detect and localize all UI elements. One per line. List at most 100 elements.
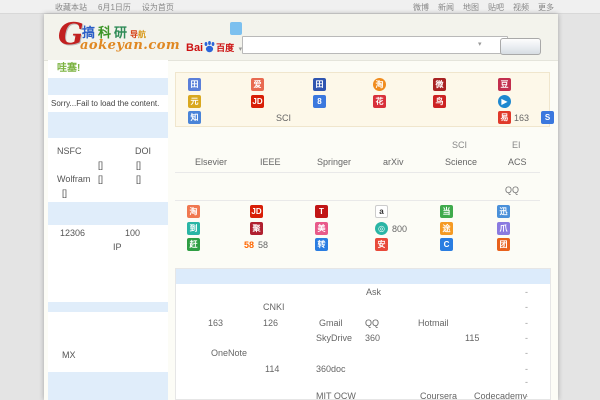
bottom-link[interactable]: 360doc [316,364,346,374]
sidebar-link[interactable]: [] [62,188,67,198]
site-icon[interactable]: 微 [433,78,446,91]
bottom-link[interactable]: Hotmail [418,318,449,328]
site-icon[interactable]: 8 [313,95,326,108]
site-icon[interactable]: 知 [188,111,201,124]
bottom-row-dash[interactable]: - [525,348,528,358]
bottom-link[interactable]: 163 [208,318,223,328]
qq-link[interactable]: QQ [505,185,519,195]
bottom-link[interactable]: 115 [465,333,479,343]
bottom-box-header [176,269,551,284]
bottom-link[interactable]: Ask [366,287,381,297]
db-link[interactable]: Science [445,157,477,167]
search-history-caret-icon[interactable]: ▾ [478,40,482,48]
sidebar-link[interactable]: 100 [125,228,140,238]
site-link[interactable]: 800 [392,224,407,234]
site-icon[interactable]: 田 [313,78,326,91]
site-icon[interactable]: JD [250,205,263,218]
bottom-row-dash[interactable]: - [525,302,528,312]
db-link[interactable]: IEEE [260,157,281,167]
bottom-link[interactable]: 114 [265,364,279,374]
sidebar-link[interactable]: DOI [135,146,151,156]
site-icon[interactable]: 爱 [251,78,264,91]
topbar-link[interactable]: 贴吧 [488,2,504,13]
site-icon[interactable]: 易 [498,111,511,124]
site-icon[interactable]: C [440,238,453,251]
baidu-logo-cn: 百度 [216,43,234,53]
site-icon[interactable]: 淘 [187,205,200,218]
site-icon[interactable]: 田 [188,78,201,91]
db-link[interactable]: ACS [508,157,527,167]
topbar-link[interactable]: 微博 [413,2,429,13]
topbar-link[interactable]: 6月1日历 [98,2,131,13]
site-icon[interactable]: T [315,205,328,218]
topbar-link[interactable]: 地图 [463,2,479,13]
site-link-58-gray[interactable]: 58 [258,240,268,250]
bottom-row-dash[interactable]: - [525,391,528,400]
site-icon[interactable]: ▶ [498,95,511,108]
db-link[interactable]: arXiv [383,157,404,167]
site-icon[interactable]: 爪 [497,222,510,235]
sidebar-link[interactable]: Wolfram [57,174,90,184]
db-link[interactable]: SCI [452,140,467,150]
site-icon[interactable]: 豆 [498,78,511,91]
bottom-row-dash[interactable]: - [525,377,528,387]
bottom-link[interactable]: Codecademy [474,391,527,400]
site-icon[interactable]: 赶 [187,238,200,251]
bottom-link[interactable]: MIT OCW [316,391,356,400]
site-icon[interactable]: 转 [315,238,328,251]
search-button[interactable] [500,38,541,55]
site-icon[interactable]: 安 [375,238,388,251]
bottom-row-dash[interactable]: - [525,287,528,297]
site-icon[interactable]: 鸟 [433,95,446,108]
site-link[interactable]: 163 [514,113,529,123]
site-icon[interactable]: S [541,111,554,124]
site-icon[interactable]: 团 [497,238,510,251]
topbar-link[interactable]: 新闻 [438,2,454,13]
sidebar-link[interactable]: [] [136,174,141,184]
topbar-link[interactable]: 视频 [513,2,529,13]
sidebar-link[interactable]: IP [113,242,122,252]
site-link-58[interactable]: 58 [244,240,254,250]
sidebar-link[interactable]: [] [136,160,141,170]
site-icon[interactable]: a [375,205,388,218]
site-icon[interactable]: JD [251,95,264,108]
db-link[interactable]: Springer [317,157,351,167]
bottom-row-dash[interactable]: - [525,333,528,343]
sidebar-link[interactable]: [] [98,174,103,184]
bottom-link[interactable]: 126 [263,318,278,328]
site-icon[interactable]: 到 [187,222,200,235]
topbar-link[interactable]: 收藏本站 [55,2,87,13]
bottom-row-dash[interactable]: - [525,318,528,328]
db-link[interactable]: EI [512,140,521,150]
sidebar-link[interactable]: MX [62,350,76,360]
bottom-link[interactable]: CNKI [263,302,285,312]
bottom-link[interactable]: Gmail [319,318,343,328]
search-input[interactable] [242,36,508,54]
site-icon[interactable]: 美 [315,222,328,235]
site-icon[interactable]: 花 [373,95,386,108]
site-icon[interactable]: ◎ [375,222,388,235]
bottom-link[interactable]: QQ [365,318,379,328]
bottom-link[interactable]: OneNote [211,348,247,358]
site-icon[interactable]: 途 [440,222,453,235]
bottom-link[interactable]: Coursera [420,391,457,400]
bottom-link[interactable]: 360 [365,333,380,343]
topbar-right-links: 微博新闻地图贴吧视频更多 [413,2,554,13]
bottom-row-dash[interactable]: - [525,364,528,374]
bottom-link[interactable]: SkyDrive [316,333,352,343]
topbar-link[interactable]: 更多 [538,2,554,13]
sidebar-link[interactable]: [] [98,160,103,170]
sidebar-link[interactable]: NSFC [57,146,82,156]
topbar-link[interactable]: 设为首页 [142,2,174,13]
search-engine-selector[interactable]: Bai百度 ▾ [186,38,242,54]
site-icon[interactable]: 聚 [250,222,263,235]
site-icon[interactable]: 迅 [497,205,510,218]
site-icon[interactable]: 淘 [373,78,386,91]
db-link[interactable]: Elsevier [195,157,227,167]
site-icon[interactable]: 元 [188,95,201,108]
sidebar-link[interactable]: 12306 [60,228,85,238]
site-logo[interactable]: G 搞科研导航 aokeyan.com [58,18,188,58]
search-tab-indicator[interactable] [230,22,242,35]
site-icon[interactable]: 当 [440,205,453,218]
site-link-sci[interactable]: SCI [276,113,291,123]
